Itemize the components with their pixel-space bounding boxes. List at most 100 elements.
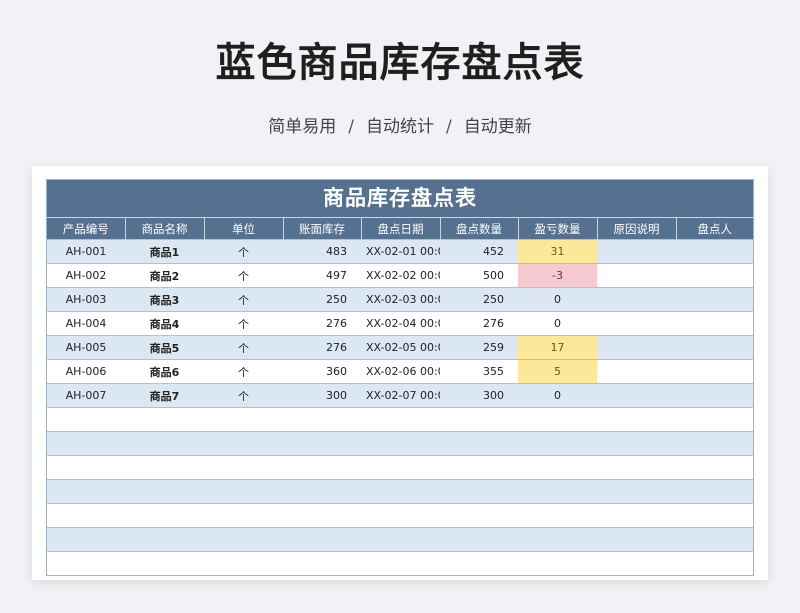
empty-cell[interactable] xyxy=(597,503,676,528)
empty-cell[interactable] xyxy=(597,551,676,575)
cell-diff-qty[interactable]: 0 xyxy=(518,287,597,312)
empty-cell[interactable] xyxy=(204,407,283,432)
cell-product-id[interactable]: AH-002 xyxy=(47,263,125,288)
empty-cell[interactable] xyxy=(283,479,361,504)
empty-cell[interactable] xyxy=(204,479,283,504)
empty-cell[interactable] xyxy=(676,551,753,575)
empty-cell[interactable] xyxy=(125,407,204,432)
cell-diff-qty[interactable]: 31 xyxy=(518,239,597,264)
cell-counter[interactable] xyxy=(676,359,753,384)
empty-cell[interactable] xyxy=(361,503,440,528)
cell-book-stock[interactable]: 276 xyxy=(283,335,361,360)
cell-product-id[interactable]: AH-003 xyxy=(47,287,125,312)
cell-counter[interactable] xyxy=(676,263,753,288)
empty-cell[interactable] xyxy=(125,479,204,504)
cell-unit[interactable]: 个 xyxy=(204,239,283,264)
cell-product-name[interactable]: 商品4 xyxy=(125,311,204,336)
empty-cell[interactable] xyxy=(361,407,440,432)
empty-cell[interactable] xyxy=(204,455,283,480)
empty-cell[interactable] xyxy=(440,503,518,528)
cell-unit[interactable]: 个 xyxy=(204,383,283,408)
empty-cell[interactable] xyxy=(597,455,676,480)
cell-product-id[interactable]: AH-004 xyxy=(47,311,125,336)
cell-counter[interactable] xyxy=(676,311,753,336)
empty-cell[interactable] xyxy=(361,527,440,552)
cell-count-date[interactable]: XX-02-07 00:00: xyxy=(361,383,440,408)
empty-cell[interactable] xyxy=(597,431,676,456)
empty-cell[interactable] xyxy=(361,455,440,480)
column-header-count-date[interactable]: 盘点日期 xyxy=(361,217,441,240)
empty-cell[interactable] xyxy=(676,455,753,480)
cell-reason[interactable] xyxy=(597,287,676,312)
cell-unit[interactable]: 个 xyxy=(204,335,283,360)
column-header-count-qty[interactable]: 盘点数量 xyxy=(440,217,519,240)
cell-diff-qty[interactable]: 0 xyxy=(518,311,597,336)
cell-book-stock[interactable]: 483 xyxy=(283,239,361,264)
cell-diff-qty[interactable]: 17 xyxy=(518,335,597,360)
empty-cell[interactable] xyxy=(597,407,676,432)
cell-count-qty[interactable]: 300 xyxy=(440,383,518,408)
empty-cell[interactable] xyxy=(47,407,125,432)
cell-book-stock[interactable]: 497 xyxy=(283,263,361,288)
cell-count-date[interactable]: XX-02-04 00:00: xyxy=(361,311,440,336)
empty-cell[interactable] xyxy=(440,455,518,480)
empty-cell[interactable] xyxy=(204,527,283,552)
empty-cell[interactable] xyxy=(361,431,440,456)
cell-reason[interactable] xyxy=(597,239,676,264)
cell-unit[interactable]: 个 xyxy=(204,263,283,288)
cell-reason[interactable] xyxy=(597,335,676,360)
empty-cell[interactable] xyxy=(125,551,204,575)
cell-product-id[interactable]: AH-006 xyxy=(47,359,125,384)
cell-product-id[interactable]: AH-001 xyxy=(47,239,125,264)
cell-product-name[interactable]: 商品2 xyxy=(125,263,204,288)
empty-cell[interactable] xyxy=(125,455,204,480)
empty-cell[interactable] xyxy=(47,527,125,552)
empty-cell[interactable] xyxy=(361,551,440,575)
cell-count-qty[interactable]: 355 xyxy=(440,359,518,384)
empty-cell[interactable] xyxy=(283,527,361,552)
empty-cell[interactable] xyxy=(518,479,597,504)
empty-cell[interactable] xyxy=(283,551,361,575)
cell-product-id[interactable]: AH-005 xyxy=(47,335,125,360)
cell-diff-qty[interactable]: 5 xyxy=(518,359,597,384)
empty-cell[interactable] xyxy=(676,407,753,432)
empty-cell[interactable] xyxy=(440,527,518,552)
empty-cell[interactable] xyxy=(518,527,597,552)
empty-cell[interactable] xyxy=(283,503,361,528)
empty-cell[interactable] xyxy=(440,551,518,575)
cell-reason[interactable] xyxy=(597,359,676,384)
cell-counter[interactable] xyxy=(676,335,753,360)
cell-counter[interactable] xyxy=(676,239,753,264)
column-header-book-stock[interactable]: 账面库存 xyxy=(283,217,362,240)
cell-count-qty[interactable]: 250 xyxy=(440,287,518,312)
cell-diff-qty[interactable]: 0 xyxy=(518,383,597,408)
empty-cell[interactable] xyxy=(676,527,753,552)
empty-cell[interactable] xyxy=(47,479,125,504)
column-header-reason[interactable]: 原因说明 xyxy=(597,217,677,240)
cell-count-date[interactable]: XX-02-03 00:00: xyxy=(361,287,440,312)
empty-cell[interactable] xyxy=(47,503,125,528)
column-header-product-id[interactable]: 产品编号 xyxy=(47,217,126,240)
empty-cell[interactable] xyxy=(518,455,597,480)
cell-product-name[interactable]: 商品6 xyxy=(125,359,204,384)
empty-cell[interactable] xyxy=(125,431,204,456)
empty-cell[interactable] xyxy=(361,479,440,504)
empty-cell[interactable] xyxy=(440,407,518,432)
empty-cell[interactable] xyxy=(204,431,283,456)
empty-cell[interactable] xyxy=(125,527,204,552)
cell-diff-qty[interactable]: -3 xyxy=(518,263,597,288)
cell-count-date[interactable]: XX-02-02 00:00: xyxy=(361,263,440,288)
empty-cell[interactable] xyxy=(597,479,676,504)
cell-reason[interactable] xyxy=(597,383,676,408)
empty-cell[interactable] xyxy=(204,551,283,575)
empty-cell[interactable] xyxy=(283,455,361,480)
empty-cell[interactable] xyxy=(204,503,283,528)
cell-unit[interactable]: 个 xyxy=(204,311,283,336)
cell-count-date[interactable]: XX-02-01 00:00: xyxy=(361,239,440,264)
cell-count-qty[interactable]: 276 xyxy=(440,311,518,336)
empty-cell[interactable] xyxy=(440,431,518,456)
empty-cell[interactable] xyxy=(676,503,753,528)
cell-reason[interactable] xyxy=(597,311,676,336)
cell-book-stock[interactable]: 250 xyxy=(283,287,361,312)
empty-cell[interactable] xyxy=(518,407,597,432)
